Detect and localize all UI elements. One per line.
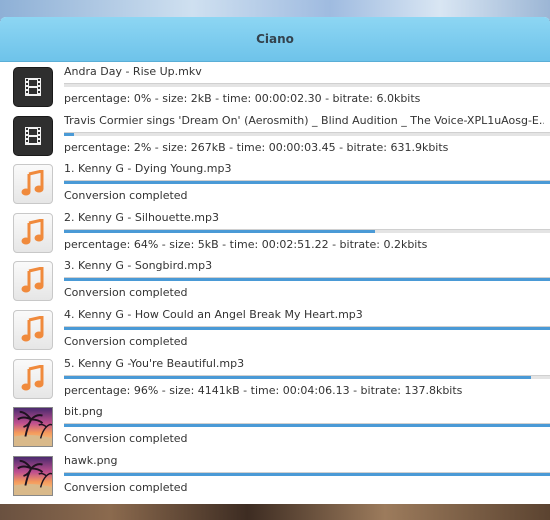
status-text: Conversion completed — [64, 286, 188, 300]
conversion-item-4[interactable]: 2. Kenny G - Silhouette.mp3 percentage: … — [0, 208, 550, 257]
status-text: Conversion completed — [64, 480, 188, 494]
file-name: 4. Kenny G - How Could an Angel Break My… — [64, 307, 363, 321]
music-note-icon — [13, 358, 53, 399]
music-note-icon — [13, 261, 53, 302]
conversion-item-1[interactable]: Andra Day - Rise Up.mkv percentage: 0% -… — [0, 62, 550, 111]
progress-fill — [64, 181, 550, 185]
file-name: 5. Kenny G -You're Beautiful.mp3 — [64, 356, 245, 370]
file-name: 1. Kenny G - Dying Young.mp3 — [64, 162, 232, 176]
file-name: 3. Kenny G - Songbird.mp3 — [64, 259, 213, 273]
conversion-item-9[interactable]: hawk.png Conversion completed — [0, 451, 550, 500]
progress-bar — [64, 131, 550, 136]
file-name: Andra Day - Rise Up.mkv — [64, 65, 202, 78]
progress-bar — [64, 277, 550, 282]
progress-fill — [64, 229, 376, 233]
conversion-item-7[interactable]: 5. Kenny G -You're Beautiful.mp3 percent… — [0, 354, 550, 403]
app-window: Ciano Andra Day - Rise Up.mkv percentage… — [0, 17, 550, 504]
title-bar[interactable]: Ciano — [0, 17, 550, 62]
progress-fill — [64, 278, 550, 282]
conversion-item-8[interactable]: bit.png Conversion completed — [0, 402, 550, 451]
file-name: Travis Cormier sings 'Dream On' (Aerosmi… — [64, 113, 544, 127]
image-thumbnail-icon — [13, 407, 53, 448]
status-text: percentage: 2% - size: 267kB - time: 00:… — [64, 140, 449, 154]
status-text: Conversion completed — [64, 432, 188, 446]
progress-bar — [64, 83, 550, 87]
status-text: percentage: 96% - size: 4141kB - time: 0… — [64, 383, 463, 397]
progress-bar — [64, 325, 550, 330]
image-thumbnail-icon — [13, 455, 53, 496]
status-text: percentage: 64% - size: 5kB - time: 00:0… — [64, 237, 428, 251]
progress-fill — [64, 326, 550, 330]
conversion-list: Andra Day - Rise Up.mkv percentage: 0% -… — [0, 62, 550, 499]
file-name: 2. Kenny G - Silhouette.mp3 — [64, 210, 219, 224]
progress-bar — [64, 374, 550, 379]
progress-bar — [64, 180, 550, 185]
music-note-icon — [13, 212, 53, 253]
desktop-wallpaper-bottom — [0, 504, 550, 520]
progress-bar — [64, 471, 550, 476]
status-text: percentage: 0% - size: 2kB - time: 00:00… — [64, 92, 421, 105]
progress-fill — [64, 424, 550, 428]
conversion-item-5[interactable]: 3. Kenny G - Songbird.mp3 Conversion com… — [0, 256, 550, 305]
progress-fill — [64, 375, 531, 379]
progress-fill — [64, 132, 74, 136]
status-text: Conversion completed — [64, 334, 188, 348]
conversion-item-3[interactable]: 1. Kenny G - Dying Young.mp3 Conversion … — [0, 159, 550, 208]
file-name: hawk.png — [64, 453, 118, 467]
music-note-icon — [13, 164, 53, 205]
progress-fill — [64, 472, 550, 476]
conversion-item-2[interactable]: Travis Cormier sings 'Dream On' (Aerosmi… — [0, 111, 550, 160]
film-icon — [13, 115, 53, 156]
film-icon — [13, 67, 53, 107]
music-note-icon — [13, 309, 53, 350]
window-title: Ciano — [256, 32, 294, 46]
conversion-item-6[interactable]: 4. Kenny G - How Could an Angel Break My… — [0, 305, 550, 354]
progress-bar — [64, 423, 550, 428]
file-name: bit.png — [64, 405, 103, 419]
status-text: Conversion completed — [64, 189, 188, 203]
progress-bar — [64, 228, 550, 233]
